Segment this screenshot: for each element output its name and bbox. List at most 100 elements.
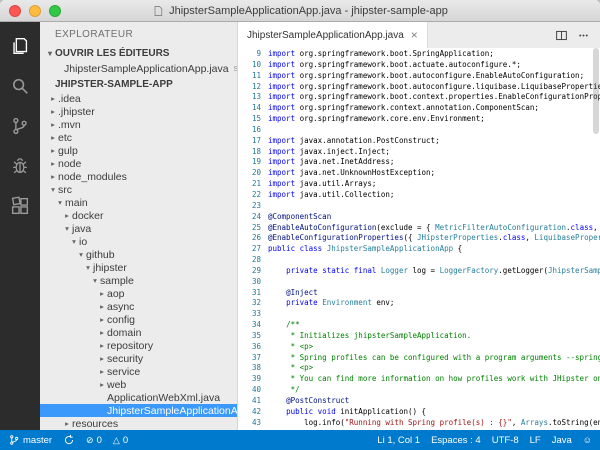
code-line[interactable]: 31 @Inject: [238, 288, 600, 299]
project-header[interactable]: JHIPSTER-SAMPLE-APP: [40, 76, 237, 92]
code-line-text: import org.springframework.context.annot…: [268, 103, 539, 114]
search-icon: [9, 75, 31, 102]
activity-item-explorer[interactable]: [0, 28, 40, 68]
tree-item[interactable]: ▸.jhipster: [40, 105, 237, 118]
tree-item[interactable]: ▸resources: [40, 417, 237, 430]
tree-item[interactable]: ▸service: [40, 365, 237, 378]
code-line[interactable]: 28: [238, 255, 600, 266]
indentation[interactable]: Espaces : 4: [431, 435, 481, 446]
code-line[interactable]: 42 public void initApplication() {: [238, 407, 600, 418]
activity-item-extensions[interactable]: [0, 188, 40, 228]
tree-item[interactable]: ▾src: [40, 183, 237, 196]
code-line[interactable]: 20import java.net.UnknownHostException;: [238, 168, 600, 179]
code-line[interactable]: 26@EnableConfigurationProperties({ JHips…: [238, 233, 600, 244]
language-mode[interactable]: Java: [552, 435, 572, 446]
sync-icon: [63, 434, 75, 446]
minimize-button[interactable]: [29, 5, 41, 17]
tree-item-label: domain: [107, 327, 141, 339]
feedback[interactable]: ☺: [583, 436, 592, 445]
code-line[interactable]: 35 * Initializes jhipsterSampleApplicati…: [238, 331, 600, 342]
branch-status[interactable]: master: [8, 434, 52, 446]
zoom-button[interactable]: [49, 5, 61, 17]
tree-item[interactable]: ▸security: [40, 352, 237, 365]
problems-errors[interactable]: ⊘0: [86, 435, 102, 446]
tree-item[interactable]: ▸node: [40, 157, 237, 170]
chevron-down-icon: ▾: [48, 49, 52, 58]
tree-item[interactable]: ▾jhipster: [40, 261, 237, 274]
code-line[interactable]: 12import org.springframework.boot.autoco…: [238, 82, 600, 93]
code-line[interactable]: 24@ComponentScan: [238, 212, 600, 223]
chevron-right-icon: ▸: [62, 419, 72, 428]
code-line[interactable]: 37 * Spring profiles can be configured w…: [238, 353, 600, 364]
code-line[interactable]: 39 * You can find more information on ho…: [238, 374, 600, 385]
code-line[interactable]: 32 private Environment env;: [238, 298, 600, 309]
code-line[interactable]: 9import org.springframework.boot.SpringA…: [238, 49, 600, 60]
code-line[interactable]: 16: [238, 125, 600, 136]
cursor-position[interactable]: Li 1, Col 1: [377, 435, 420, 446]
tree-item[interactable]: ▸async: [40, 300, 237, 313]
code-line[interactable]: 10import org.springframework.boot.actuat…: [238, 60, 600, 71]
code-line[interactable]: 44 Collection<String> activeProfiles = A…: [238, 429, 600, 430]
more-actions-icon[interactable]: [577, 29, 590, 42]
code-line[interactable]: 33: [238, 309, 600, 320]
tree-item[interactable]: ▸gulp: [40, 144, 237, 157]
tree-item[interactable]: ▸domain: [40, 326, 237, 339]
code-line[interactable]: 41 @PostConstruct: [238, 396, 600, 407]
tree-item[interactable]: ▾sample: [40, 274, 237, 287]
tree-item[interactable]: ▾io: [40, 235, 237, 248]
split-editor-icon[interactable]: [555, 29, 568, 42]
activity-item-source-control[interactable]: [0, 108, 40, 148]
code-area[interactable]: 9import org.springframework.boot.SpringA…: [238, 48, 600, 430]
code-line[interactable]: 14import org.springframework.context.ann…: [238, 103, 600, 114]
activity-item-debug[interactable]: [0, 148, 40, 188]
code-line[interactable]: 22import java.util.Collection;: [238, 190, 600, 201]
code-line[interactable]: 17import javax.annotation.PostConstruct;: [238, 136, 600, 147]
tree-item-label: src: [58, 184, 72, 196]
tree-item-label: sample: [100, 275, 134, 287]
code-line[interactable]: 25@EnableAutoConfiguration(exclude = { M…: [238, 223, 600, 234]
tree-item[interactable]: ▾main: [40, 196, 237, 209]
tree-item[interactable]: ApplicationWebXml.java: [40, 391, 237, 404]
open-editor-item[interactable]: JhipsterSampleApplicationApp.javasrc/m..…: [40, 61, 237, 76]
code-line[interactable]: 27public class JhipsterSampleApplication…: [238, 244, 600, 255]
code-line[interactable]: 36 * <p>: [238, 342, 600, 353]
chevron-right-icon: ▸: [48, 120, 58, 129]
editor-tab[interactable]: JhipsterSampleApplicationApp.java ×: [238, 22, 428, 48]
code-line[interactable]: 30: [238, 277, 600, 288]
close-button[interactable]: [9, 5, 21, 17]
code-line[interactable]: 23: [238, 201, 600, 212]
vscode-window: JhipsterSampleApplicationApp.java - jhip…: [0, 0, 600, 450]
code-line[interactable]: 40 */: [238, 385, 600, 396]
tree-item[interactable]: ▸.mvn: [40, 118, 237, 131]
encoding[interactable]: UTF-8: [492, 435, 519, 446]
close-icon[interactable]: ×: [411, 29, 418, 41]
tree-item[interactable]: ▸aop: [40, 287, 237, 300]
scrollbar-thumb[interactable]: [593, 48, 599, 134]
tree-item[interactable]: ▸docker: [40, 209, 237, 222]
sync-button[interactable]: [63, 434, 75, 446]
code-line[interactable]: 15import org.springframework.core.env.En…: [238, 114, 600, 125]
code-token: import: [268, 82, 295, 91]
code-line[interactable]: 13import org.springframework.boot.contex…: [238, 92, 600, 103]
tree-item[interactable]: ▸etc: [40, 131, 237, 144]
code-line[interactable]: 21import java.util.Arrays;: [238, 179, 600, 190]
code-line[interactable]: 11import org.springframework.boot.autoco…: [238, 71, 600, 82]
code-line[interactable]: 34 /**: [238, 320, 600, 331]
code-line[interactable]: 19import java.net.InetAddress;: [238, 157, 600, 168]
tree-item[interactable]: ▸repository: [40, 339, 237, 352]
tree-item[interactable]: ▸web: [40, 378, 237, 391]
tree-item[interactable]: ▸node_modules: [40, 170, 237, 183]
activity-item-search[interactable]: [0, 68, 40, 108]
problems-warnings[interactable]: △0: [113, 435, 128, 446]
code-line[interactable]: 29 private static final Logger log = Log…: [238, 266, 600, 277]
code-line[interactable]: 43 log.info("Running with Spring profile…: [238, 418, 600, 429]
code-line[interactable]: 38 * <p>: [238, 363, 600, 374]
tree-item[interactable]: ▾github: [40, 248, 237, 261]
open-editors-header[interactable]: ▾ OUVRIR LES ÉDITEURS: [40, 45, 237, 61]
tree-item[interactable]: ▾java: [40, 222, 237, 235]
tree-item[interactable]: ▸.idea: [40, 92, 237, 105]
eol[interactable]: LF: [530, 435, 541, 446]
code-line[interactable]: 18import javax.inject.Inject;: [238, 147, 600, 158]
tree-item[interactable]: ▸config: [40, 313, 237, 326]
tree-item[interactable]: JhipsterSampleApplicationApp.java: [40, 404, 237, 417]
